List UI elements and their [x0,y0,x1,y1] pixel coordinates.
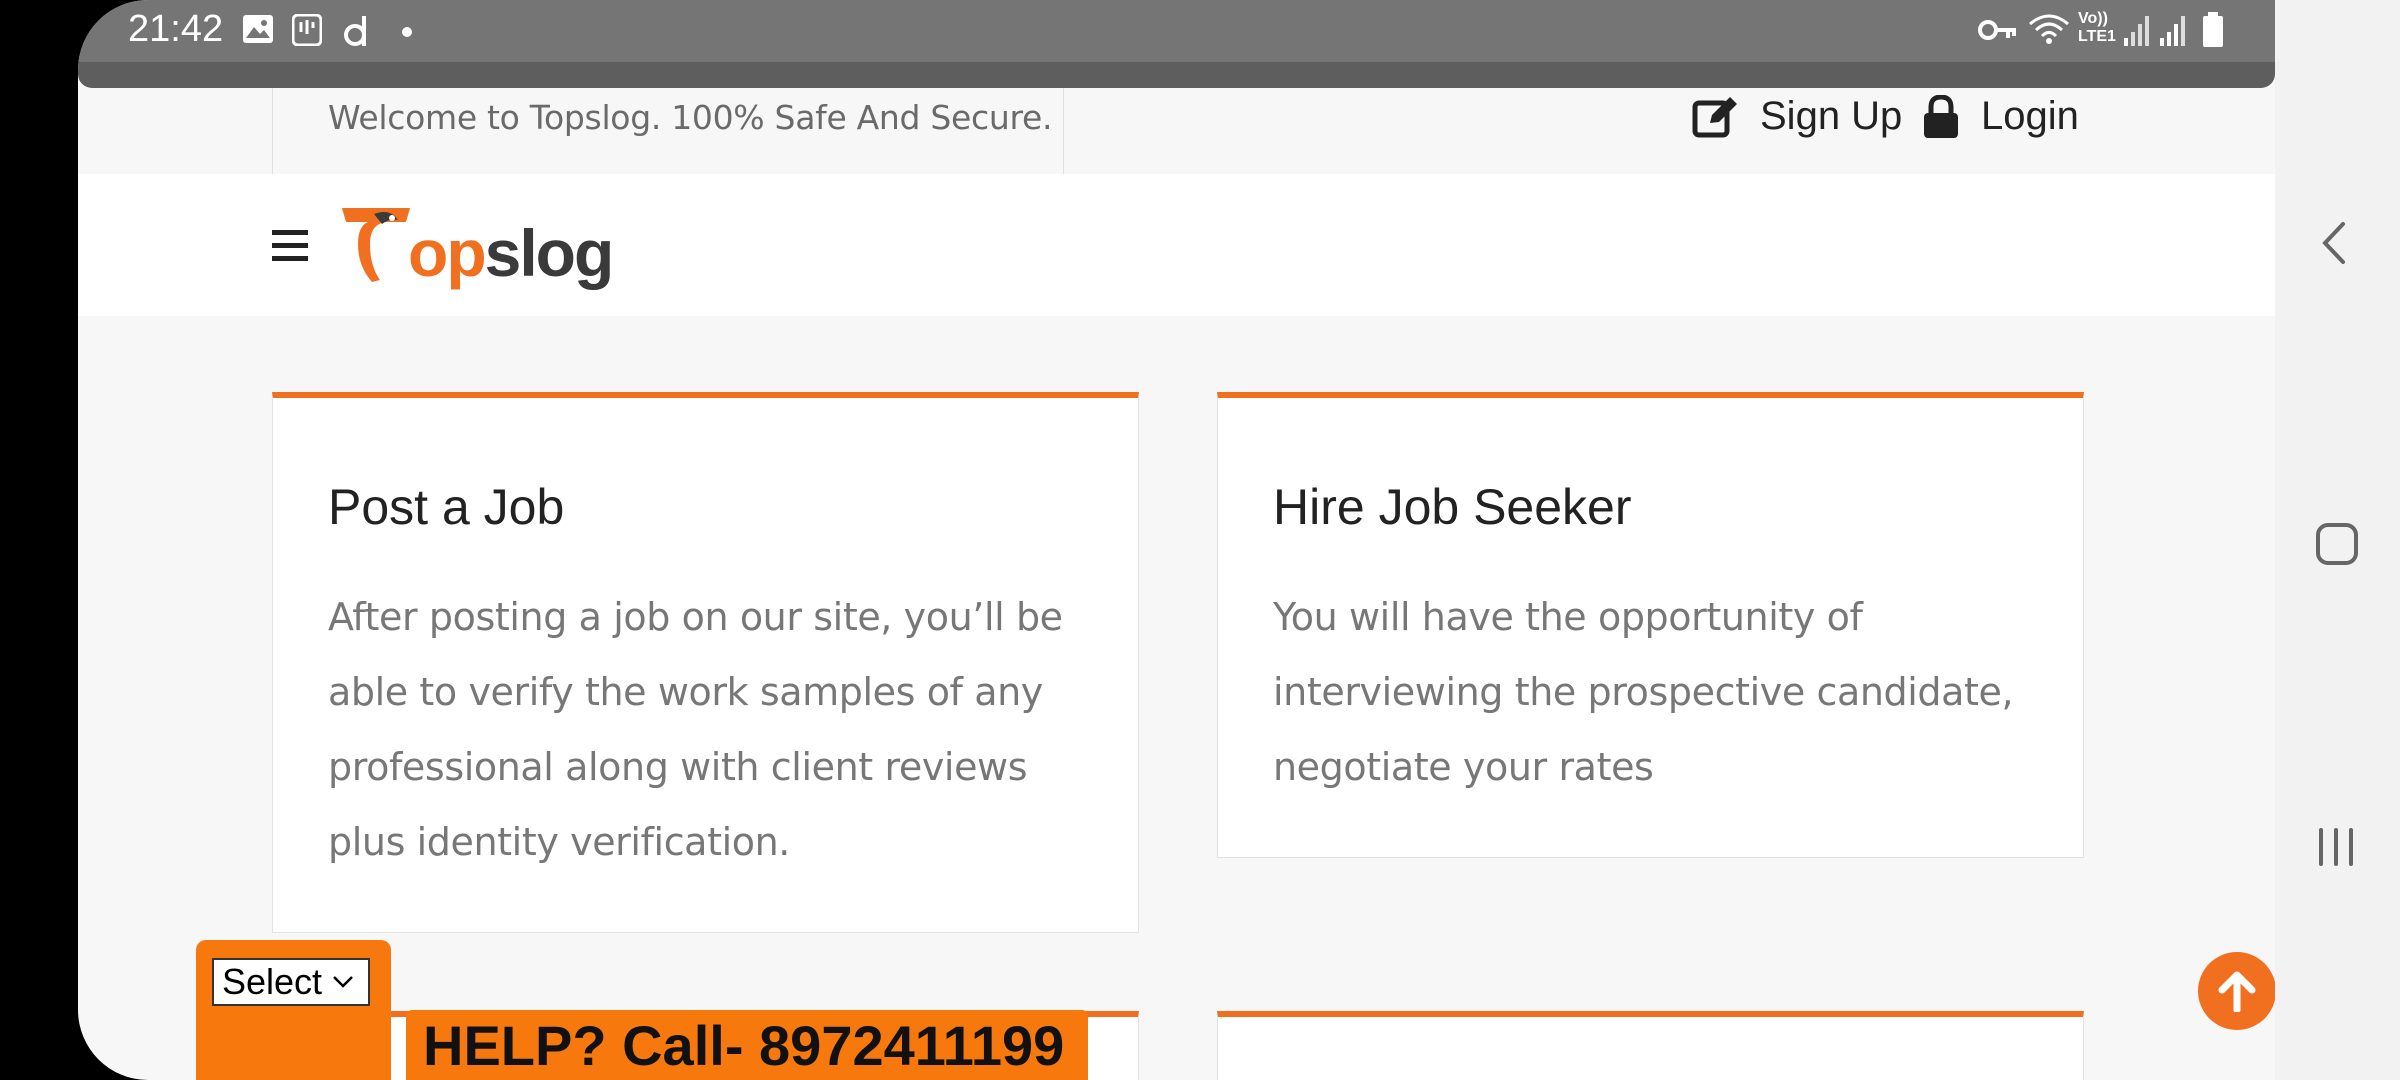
status-bar: 21:42 Vo)) LTE1 [78,0,2275,62]
language-select-panel: Select [196,940,391,1080]
volte-lte1-icon: Vo)) LTE1 [2078,10,2116,46]
top-bar: Welcome to Topslog. 100% Safe And Secure… [78,88,2275,174]
card-body: After posting a job on our site, you’ll … [328,595,1063,864]
card-title: Post a Job [328,479,565,535]
login-link[interactable]: Login [1923,94,2079,139]
logo-slog: slog [484,216,615,290]
signal-1-icon [2124,14,2152,51]
site-header: opslog [78,174,2275,316]
card-title: Hire Job Seeker [1273,479,1632,535]
browser-screen: 21:42 Vo)) LTE1 Welcome to Topslog. 100%… [78,0,2275,1080]
home-icon[interactable] [2315,522,2359,571]
language-select-value: Select [222,961,323,1002]
network-label-top: Vo)) [2078,10,2108,27]
language-select[interactable]: Select [212,958,370,1006]
battery-icon [2202,12,2224,53]
card-post-job: Post a Job After posting a job on our si… [272,392,1139,933]
system-nav-bar [2275,0,2400,1080]
logo-wordmark: opslog [408,220,614,286]
chevron-down-icon [333,976,353,988]
arrow-up-icon [2218,971,2256,1012]
page-load-bar [78,62,2275,88]
recents-icon[interactable] [2315,826,2357,873]
help-call-banner[interactable]: HELP? Call- 8972411199 [406,1010,1088,1080]
help-call-text: HELP? Call- 8972411199 [423,1014,1065,1077]
logo-op: op [408,216,487,290]
dot-icon [402,24,412,42]
hamburger-menu-icon[interactable] [272,230,308,267]
login-label: Login [1981,94,2079,138]
signup-link[interactable]: Sign Up [1692,94,1902,139]
lock-icon [1924,94,1958,138]
signal-2-icon [2160,14,2188,51]
site-logo[interactable]: opslog [340,200,614,286]
welcome-box: Welcome to Topslog. 100% Safe And Secure… [272,88,1064,174]
network-label-bottom: LTE1 [2078,28,2116,45]
app-d-icon [342,14,372,53]
back-icon[interactable] [2319,220,2349,271]
vpn-key-icon [1978,18,2018,47]
card-fourth [1217,1011,2084,1080]
signup-label: Sign Up [1760,94,1903,138]
app-notification-icon [291,13,323,51]
wifi-icon [2028,12,2070,51]
card-body: You will have the opportunity of intervi… [1273,595,2014,789]
welcome-text: Welcome to Topslog. 100% Safe And Secure… [328,98,1053,137]
edit-icon [1692,96,1737,137]
gallery-icon [242,14,274,49]
scroll-to-top-button[interactable] [2198,952,2275,1030]
clock: 21:42 [128,8,224,50]
card-hire-job-seeker: Hire Job Seeker You will have the opport… [1217,392,2084,858]
logo-mark [342,208,410,282]
